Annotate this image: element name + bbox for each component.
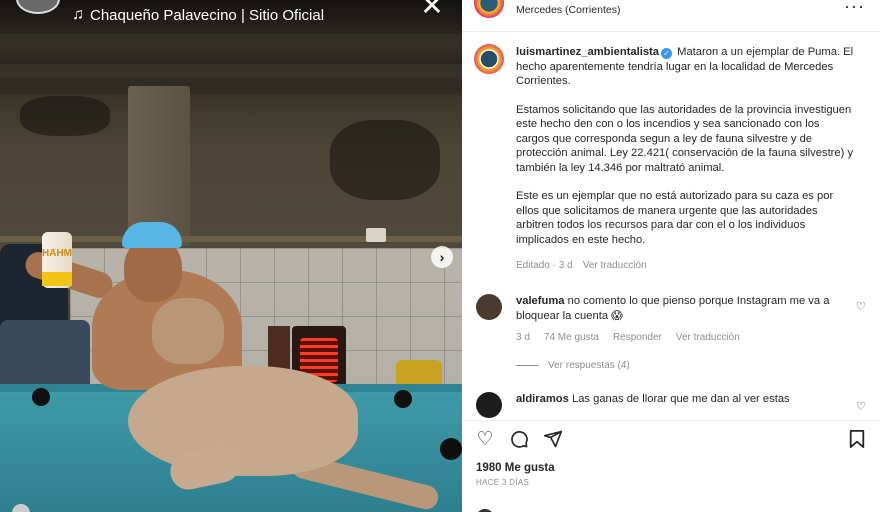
commenter-avatar[interactable] <box>476 392 502 418</box>
commenter-avatar[interactable] <box>476 294 502 320</box>
post-time-ago: HACE 3 DÍAS <box>476 478 530 487</box>
send-icon[interactable] <box>542 429 564 451</box>
caption-edited-time: Editado · 3 d <box>516 260 573 271</box>
beer-can-band <box>42 272 72 286</box>
comment-meta: 3 d 74 Me gusta Responder Ver traducción <box>516 332 740 343</box>
power-socket <box>366 228 386 242</box>
billiard-ball <box>440 438 462 460</box>
ceiling-beam <box>0 78 462 94</box>
pool-pocket <box>394 390 412 408</box>
comment-icon[interactable] <box>508 429 530 451</box>
heart-icon[interactable]: ♡ <box>474 429 496 451</box>
post-location[interactable]: Mercedes (Corrientes) <box>516 4 620 16</box>
caption-meta: Editado · 3 d Ver traducción <box>516 260 647 271</box>
post-media[interactable]: HAHM ♫ Chaqueño Palavecino | Sitio Ofici… <box>0 0 462 512</box>
puma-head <box>152 298 224 364</box>
caption-paragraph-3: Este es un ejemplar que no está autoriza… <box>516 190 834 246</box>
bookmark-icon[interactable] <box>846 429 868 451</box>
pool-pocket <box>32 388 50 406</box>
comment-text: valefuma no comento lo que pienso porque… <box>516 294 852 324</box>
likes-count[interactable]: 1980 Me gusta <box>476 462 555 474</box>
comment-item: aldiramos Las ganas de llorar que me dan… <box>474 392 874 422</box>
more-horizontal-icon[interactable]: ··· <box>844 0 865 17</box>
view-replies-toggle[interactable]: Ver respuestas (4) <box>516 360 630 371</box>
caption-author-avatar[interactable] <box>474 44 504 74</box>
comments-scroll-area[interactable]: luismartinez_ambientalista ✓ Mataron a un… <box>462 32 880 422</box>
verified-badge-icon: ✓ <box>661 48 673 59</box>
comment-likes[interactable]: 74 Me gusta <box>544 332 599 343</box>
wall-stain <box>20 96 110 136</box>
post-actions-bar: ♡ 1980 Me gusta HACE 3 DÍAS <box>462 420 880 512</box>
comment-text: aldiramos Las ganas de llorar que me dan… <box>516 392 852 407</box>
caption-text: luismartinez_ambientalista ✓ Mataron a un… <box>516 45 856 247</box>
header-avatar[interactable] <box>474 0 504 18</box>
blue-cap <box>122 222 182 248</box>
comment-reply-button[interactable]: Responder <box>613 332 662 343</box>
wall-stain <box>330 120 440 200</box>
comment-like-heart-icon[interactable]: ♡ <box>856 300 866 313</box>
view-replies-label: Ver respuestas (4) <box>548 360 630 371</box>
comment-body: Las ganas de llorar que me dan al ver es… <box>571 393 790 405</box>
commenter-username[interactable]: aldiramos <box>516 393 569 405</box>
beer-can-label: HAHM <box>42 248 72 259</box>
comment-translate-link[interactable]: Ver traducción <box>676 332 740 343</box>
comment-item: valefuma no comento lo que pienso porque… <box>474 294 874 354</box>
post-side-panel: Mercedes (Corrientes) ··· luismartinez_a… <box>462 0 880 512</box>
replies-divider <box>516 365 538 366</box>
comment-like-heart-icon[interactable]: ♡ <box>856 400 866 413</box>
caption-paragraph-2: Estamos solicitando que las autoridades … <box>516 103 854 174</box>
caption-see-translation-link[interactable]: Ver traducción <box>583 260 647 271</box>
close-icon[interactable]: ✕ <box>418 0 446 22</box>
commenter-username[interactable]: valefuma <box>516 295 565 307</box>
audio-title: Chaqueño Palavecino | Sitio Oficial <box>90 6 325 24</box>
chevron-right-icon[interactable]: › <box>431 246 453 268</box>
post-header: Mercedes (Corrientes) ··· <box>462 0 880 32</box>
caption-username[interactable]: luismartinez_ambientalista <box>516 46 659 58</box>
comment-time: 3 d <box>516 332 530 343</box>
puma-body <box>128 366 358 476</box>
audio-attribution[interactable]: ♫ Chaqueño Palavecino | Sitio Oficial <box>72 6 324 24</box>
music-note-icon: ♫ <box>72 6 84 23</box>
